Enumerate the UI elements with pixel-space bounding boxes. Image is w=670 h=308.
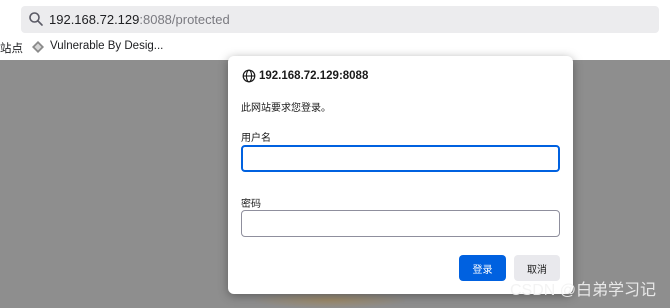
username-input[interactable] [241,145,560,172]
globe-icon [242,69,256,83]
dialog-host: 192.168.72.129:8088 [259,70,369,82]
browser-toolbar: 192.168.72.129:8088/protected 站点 Vulnera… [0,0,670,60]
password-input[interactable] [241,210,560,237]
bookmark-item-dvwa[interactable]: Vulnerable By Desig... [50,40,163,52]
password-label: 密码 [241,199,261,210]
address-text[interactable]: 192.168.72.129:8088/protected [49,12,230,27]
login-button[interactable]: 登录 [459,255,506,281]
auth-dialog: 192.168.72.129:8088 此网站要求您登录。 用户名 密码 登录 … [228,56,573,294]
address-path: :8088/protected [139,12,230,27]
dialog-message: 此网站要求您登录。 [241,103,331,114]
watermark-text: CSDN @白弟学习记 [509,282,656,299]
search-icon [29,12,43,26]
bookmark-item-truncated[interactable]: 站点 [0,40,23,56]
address-host: 192.168.72.129 [49,12,140,27]
username-label: 用户名 [241,133,271,144]
bookmarks-bar: 站点 Vulnerable By Desig... [0,38,670,58]
address-bar[interactable]: 192.168.72.129:8088/protected [21,6,659,33]
page-image-fragment [255,292,405,308]
bookmark-favicon-icon [32,41,44,53]
